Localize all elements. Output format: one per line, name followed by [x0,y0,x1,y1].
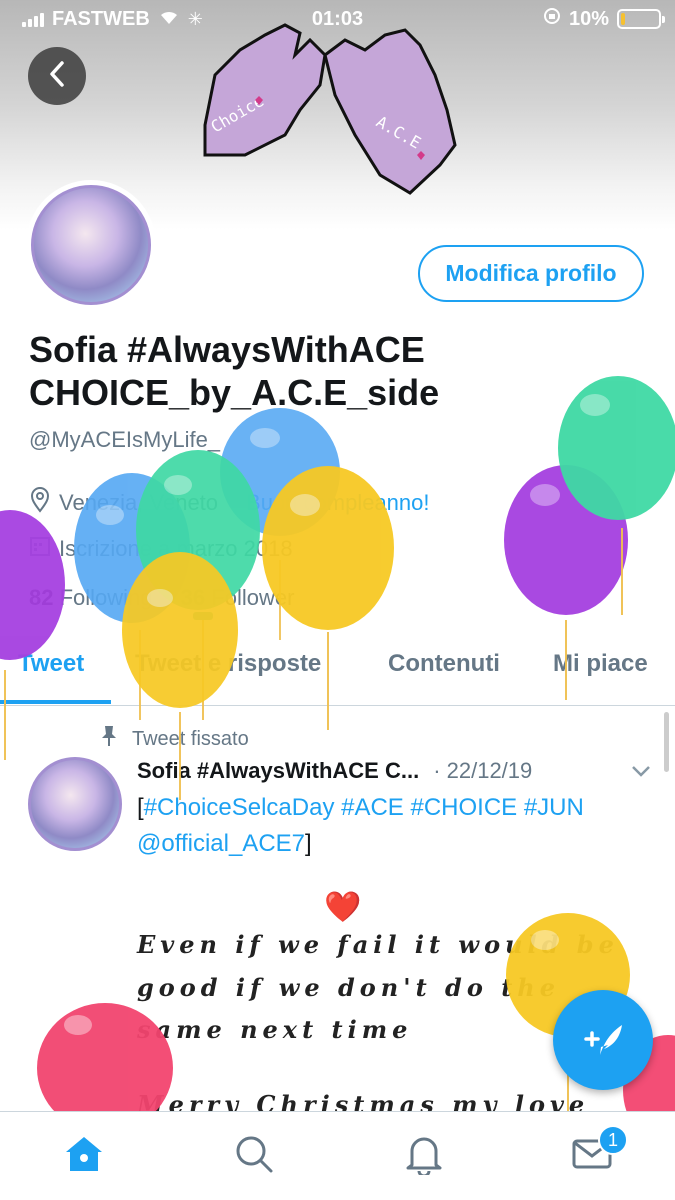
tab-mi-piace[interactable]: Mi piace [553,650,648,678]
joined-text: Iscrizione a marzo 2018 [59,536,293,561]
tweet-author-name[interactable]: Sofia #AlwaysWithACE C... [137,758,419,784]
following-count: 82 [29,585,54,610]
location-row: Venezia, Veneto Buon compleanno! [29,487,430,519]
tweet-author-avatar[interactable] [28,757,122,851]
follow-counts: 82 Following 36 Follower [29,585,294,611]
compose-feather-icon [578,1013,628,1068]
tab-tweet-e-risposte[interactable]: Tweet e risposte [135,650,321,678]
tab-tweet[interactable]: Tweet [18,650,84,678]
following-link[interactable]: 82 Following [29,585,153,610]
back-button[interactable] [28,47,86,105]
status-bar: FASTWEB ✳ 01:03 10% [0,0,675,38]
pinky-promise-hands-art: Choice A.C.E [203,23,457,195]
compose-tweet-button[interactable] [553,990,653,1090]
profile-avatar[interactable] [26,180,156,310]
search-tab[interactable] [232,1134,276,1178]
tweet-script-line-1: Even if we fail it would be [137,930,619,959]
heart-emoji: ❤️ [324,891,362,924]
followers-link[interactable]: 36 Follower [181,585,295,610]
tweet-header: Sofia #AlwaysWithACE C... · 22/12/19 [137,758,652,784]
scrollbar[interactable] [664,712,669,772]
chevron-down-icon[interactable] [630,758,652,784]
profile-handle: @MyACEIsMyLife_ [29,427,221,452]
chevron-left-icon [47,60,67,93]
battery-icon [617,9,665,29]
followers-label: Follower [211,585,295,610]
birthday-link[interactable]: Buon compleanno! [246,490,429,516]
home-tab[interactable] [62,1134,106,1178]
tweet-bracket-close: ] [305,830,312,857]
followers-count: 36 [180,585,206,610]
home-icon [63,1134,105,1179]
battery-percent: 10% [568,7,609,30]
pinned-indicator: Tweet fissato [100,725,249,753]
edit-profile-button[interactable]: Modifica profilo [418,245,644,302]
location-text: Venezia, Veneto [59,490,219,515]
tweet-mention[interactable]: @official_ACE7 [137,830,305,857]
profile-name-line1: Sofia #AlwaysWithACE [29,329,425,370]
calendar-icon [29,535,51,563]
tweet-hashtags[interactable]: #ChoiceSelcaDay #ACE #CHOICE #JUN [144,794,584,821]
active-tab-indicator [0,700,111,704]
notifications-tab[interactable] [402,1134,446,1178]
search-icon [234,1134,274,1179]
tweet-text: [#ChoiceSelcaDay #ACE #CHOICE #JUN @offi… [137,790,657,862]
location-pin-icon [29,487,51,519]
tweet-bracket-open: [ [137,794,144,821]
messages-badge: 1 [598,1125,628,1155]
pinned-label: Tweet fissato [132,727,249,750]
profile-name-line2: CHOICE_by_A.C.E_side [29,372,440,413]
tab-contenuti[interactable]: Contenuti [388,650,500,678]
joined-row: Iscrizione a marzo 2018 [29,535,293,563]
rotation-lock-icon [543,7,561,31]
following-label: Following [59,585,153,610]
bell-icon [404,1133,444,1180]
status-right: 10% [543,7,665,31]
bottom-tab-bar [0,1111,675,1200]
profile-tabs: Tweet Tweet e risposte Contenuti Mi piac… [0,640,675,706]
profile-name: Sofia #AlwaysWithACE CHOICE_by_A.C.E_sid… [29,328,629,414]
tweet-date: · 22/12/19 [433,758,533,783]
pin-icon [100,725,118,753]
